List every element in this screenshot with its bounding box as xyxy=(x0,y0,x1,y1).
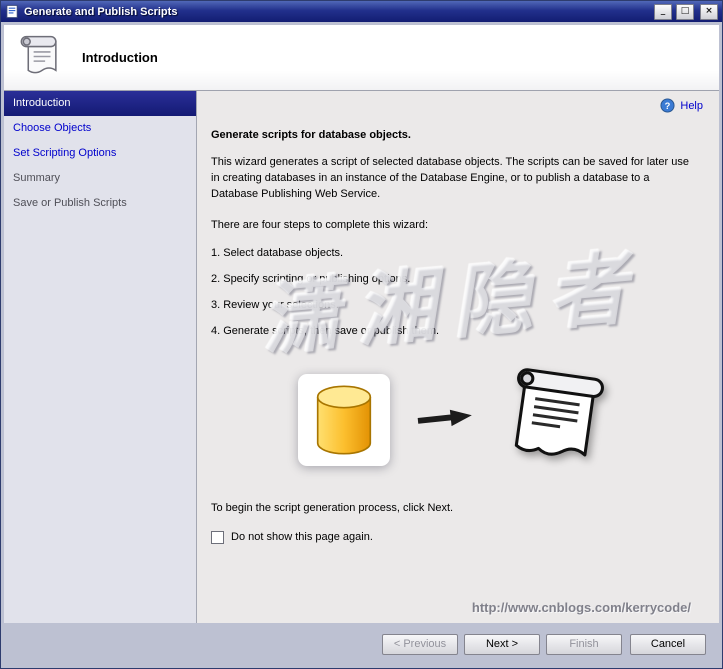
previous-button: < Previous xyxy=(382,633,458,655)
button-bar: < Previous Next > Finish Cancel xyxy=(4,623,719,665)
arrow-icon xyxy=(416,406,474,435)
titlebar: Generate and Publish Scripts _ □ × xyxy=(1,1,722,22)
watermark-url: http://www.cnblogs.com/kerrycode/ xyxy=(471,600,691,615)
database-icon xyxy=(298,374,390,467)
maximize-icon[interactable]: □ xyxy=(676,3,694,20)
help-label: Help xyxy=(680,99,703,112)
closing-text: To begin the script generation process, … xyxy=(211,501,454,514)
illustration-row xyxy=(211,363,699,478)
window-body: Introduction Introduction Choose Objects… xyxy=(1,22,722,668)
script-scroll-icon xyxy=(500,363,612,478)
scroll-icon xyxy=(16,32,62,84)
dont-show-label: Do not show this page again. xyxy=(231,531,373,544)
minimize-icon[interactable]: _ xyxy=(654,3,672,20)
dont-show-row: Do not show this page again. xyxy=(211,530,699,544)
step-item: 1. Select database objects. xyxy=(211,246,344,259)
help-icon: ? xyxy=(660,98,675,113)
window-icon[interactable] xyxy=(5,4,20,19)
page-banner: Introduction xyxy=(4,25,719,91)
window-title: Generate and Publish Scripts xyxy=(24,5,178,18)
step-item: 4. Generate scripts, then save or publis… xyxy=(211,324,440,337)
svg-text:?: ? xyxy=(665,101,671,111)
page-title: Introduction xyxy=(82,50,158,65)
close-icon[interactable]: × xyxy=(700,3,718,20)
intro-paragraph: This wizard generates a script of select… xyxy=(211,156,689,200)
cancel-button[interactable]: Cancel xyxy=(630,633,706,655)
sidebar-item-save-or-publish: Save or Publish Scripts xyxy=(13,197,127,209)
main-area: Introduction Choose Objects Set Scriptin… xyxy=(4,91,719,623)
wizard-steps-sidebar: Introduction Choose Objects Set Scriptin… xyxy=(4,91,197,623)
steps-list: 1. Select database objects. 2. Specify s… xyxy=(211,247,699,337)
finish-button: Finish xyxy=(546,633,622,655)
sidebar-item-introduction[interactable]: Introduction xyxy=(4,91,196,116)
content-heading: Generate scripts for database objects. xyxy=(211,129,411,141)
next-button[interactable]: Next > xyxy=(464,633,540,655)
step-item: 3. Review your selections. xyxy=(211,298,339,311)
content-panel: ? Help Generate scripts for database obj… xyxy=(197,91,719,623)
dont-show-checkbox[interactable] xyxy=(211,530,224,544)
help-link[interactable]: ? Help xyxy=(660,98,703,113)
wizard-window: Generate and Publish Scripts _ □ × Intro… xyxy=(0,0,723,669)
step-item: 2. Specify scripting or publishing optio… xyxy=(211,272,411,285)
sidebar-item-set-scripting-options[interactable]: Set Scripting Options xyxy=(4,141,196,166)
sidebar-item-summary: Summary xyxy=(13,172,61,184)
sidebar-item-choose-objects[interactable]: Choose Objects xyxy=(4,116,196,141)
steps-intro: There are four steps to complete this wi… xyxy=(211,218,429,231)
